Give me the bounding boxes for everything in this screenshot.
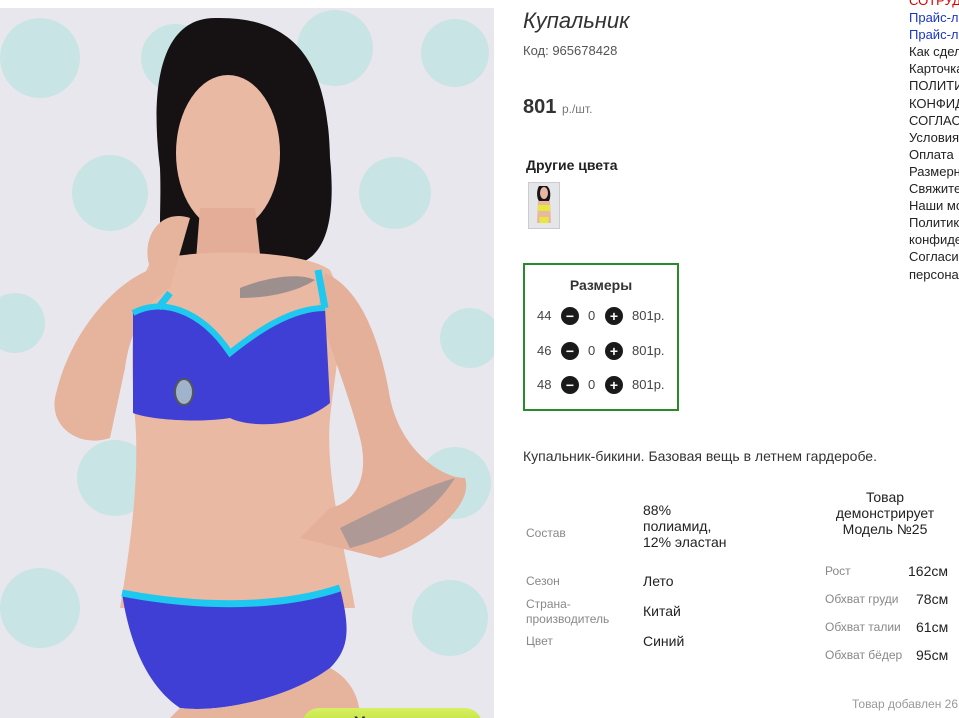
side-link[interactable]: Согласие на обработку: [909, 248, 959, 265]
price-value: 801: [523, 96, 557, 118]
side-link[interactable]: Как сделать заказ: [909, 43, 959, 60]
side-link[interactable]: Политика: [909, 214, 959, 231]
zoom-button[interactable]: + Увеличить: [302, 708, 482, 718]
property-value: Китай: [643, 603, 681, 619]
model-param-value: 95см: [916, 647, 949, 663]
property-label: Состав: [526, 526, 566, 540]
property-label: Цвет: [526, 634, 553, 648]
property-label: Страна-производитель: [526, 597, 610, 626]
other-colors-title: Другие цвета: [526, 157, 618, 173]
increase-button[interactable]: +: [605, 307, 623, 325]
model-param-value: 78см: [916, 591, 949, 607]
product-description: Купальник-бикини. Базовая вещь в летнем …: [523, 448, 877, 464]
product-title: Купальник: [523, 8, 630, 33]
product-price: 801 р./шт.: [523, 96, 592, 119]
added-date: Товар добавлен 26: [852, 697, 959, 711]
side-link[interactable]: Прайс-лист: [909, 9, 959, 26]
property-value: 88% полиамид, 12% эластан: [643, 502, 727, 550]
property-value: Лето: [643, 573, 674, 589]
model-param-label: Обхват бёдер: [825, 648, 903, 662]
model-param-label: Обхват груди: [825, 592, 899, 606]
decrease-button[interactable]: −: [561, 342, 579, 360]
side-link[interactable]: ПОЛИТИКА: [909, 77, 959, 94]
product-code: Код: 965678428: [523, 43, 618, 58]
model-title: Товар демонстрирует Модель №25: [835, 489, 935, 537]
model-param-value: 162см: [908, 563, 948, 579]
size-row: 44 − 0 + 801р.: [525, 306, 677, 326]
side-link[interactable]: Карточка: [909, 60, 959, 77]
side-link[interactable]: Прайс-лист: [909, 26, 959, 43]
model-param-label: Рост: [825, 564, 851, 578]
side-link[interactable]: Свяжитесь с нами: [909, 180, 959, 197]
decrease-button[interactable]: −: [561, 307, 579, 325]
increase-button[interactable]: +: [605, 376, 623, 394]
product-photo-illustration: [0, 8, 494, 718]
property-value: Синий: [643, 633, 685, 649]
size-price: 801р.: [632, 308, 665, 323]
size-row: 46 − 0 + 801р.: [525, 341, 677, 361]
sizes-panel: Размеры 44 − 0 + 801р. 46 − 0 + 801р. 48…: [523, 263, 679, 411]
model-param-label: Обхват талии: [825, 620, 901, 634]
color-thumbnail[interactable]: [528, 182, 560, 229]
increase-button[interactable]: +: [605, 342, 623, 360]
size-price: 801р.: [632, 343, 665, 358]
size-price: 801р.: [632, 377, 665, 392]
product-photo[interactable]: + Увеличить: [0, 8, 494, 718]
size-label: 48: [537, 377, 552, 392]
sizes-title: Размеры: [569, 277, 633, 293]
decrease-button[interactable]: −: [561, 376, 579, 394]
side-link[interactable]: конфиденциальности: [909, 231, 959, 248]
size-row: 48 − 0 + 801р.: [525, 375, 677, 395]
side-links: СОТРУДНИЧЕСТВО Прайс-лист Прайс-лист Как…: [909, 0, 959, 283]
side-link[interactable]: СОГЛАСИЕ: [909, 112, 959, 129]
side-link[interactable]: Размерная сетка: [909, 163, 959, 180]
property-label: Сезон: [526, 574, 560, 588]
side-link[interactable]: СОТРУДНИЧЕСТВО: [909, 0, 959, 9]
quantity-value: 0: [588, 377, 596, 392]
quantity-value: 0: [588, 308, 596, 323]
side-link[interactable]: КОНФИДЕНЦИАЛЬНОСТИ: [909, 95, 959, 112]
size-label: 46: [537, 343, 552, 358]
price-unit: р./шт.: [561, 102, 593, 116]
side-link[interactable]: Наши модели: [909, 197, 959, 214]
model-param-value: 61см: [916, 619, 949, 635]
size-label: 44: [537, 308, 552, 323]
side-link[interactable]: персональных данных: [909, 266, 959, 283]
side-link[interactable]: Оплата: [909, 146, 959, 163]
color-thumbnail-image: [529, 183, 559, 228]
quantity-value: 0: [588, 343, 596, 358]
side-link[interactable]: Условия: [909, 129, 959, 146]
